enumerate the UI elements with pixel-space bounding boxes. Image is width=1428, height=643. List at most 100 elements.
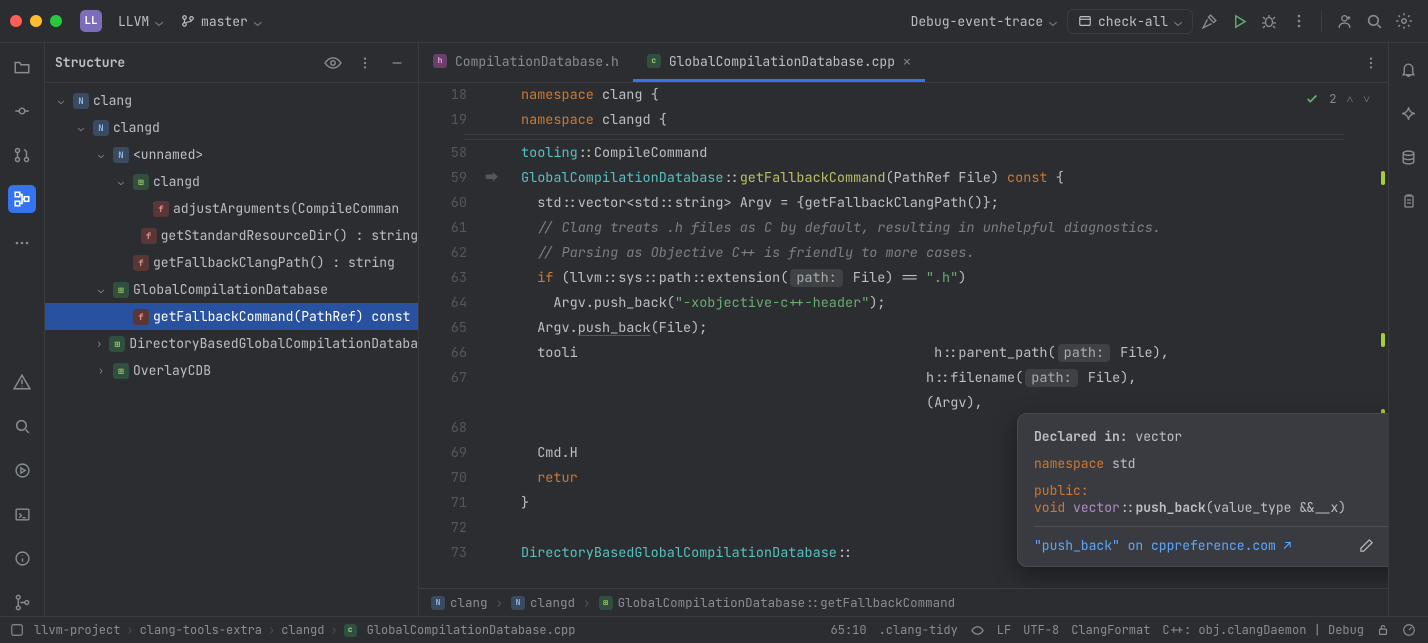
collapse-icon[interactable]: ⌄ xyxy=(53,94,69,107)
ai-assistant-button[interactable] xyxy=(1397,101,1421,125)
line-number[interactable]: 63 xyxy=(419,266,485,291)
memory-indicator[interactable] xyxy=(1400,623,1418,637)
breadcrumb-item[interactable]: ⊞GlobalCompilationDatabase::getFallbackC… xyxy=(599,594,956,611)
code-line[interactable]: 64 Argv.push_back("-xobjective-c++-heade… xyxy=(419,291,1388,316)
hide-panel-button[interactable] xyxy=(386,52,408,74)
tree-node[interactable]: fadjustArguments(CompileComman xyxy=(45,195,418,222)
context-status[interactable]: C++: obj.clangDaemon | Debug xyxy=(1160,622,1366,638)
line-number[interactable]: 58 xyxy=(419,141,485,166)
path-segment[interactable]: clangd xyxy=(281,622,324,638)
zoom-dot[interactable] xyxy=(50,15,62,27)
change-marker[interactable] xyxy=(1381,333,1385,347)
change-marker[interactable] xyxy=(1381,171,1385,185)
line-number[interactable]: 72 xyxy=(419,516,485,541)
collapse-icon[interactable]: ⌄ xyxy=(93,148,109,161)
breadcrumb-item[interactable]: Nclangd xyxy=(511,594,575,611)
build-button[interactable] xyxy=(1195,7,1223,35)
tree-node[interactable]: fgetFallbackCommand(PathRef) const xyxy=(45,303,418,330)
breadcrumb-item[interactable]: Nclang xyxy=(431,594,488,611)
line-number[interactable]: 19 xyxy=(419,108,485,133)
folded-region[interactable] xyxy=(463,134,1344,140)
line-number[interactable]: 61 xyxy=(419,216,485,241)
collapse-icon[interactable]: ⌄ xyxy=(73,121,89,134)
run-tool-button[interactable] xyxy=(8,456,36,484)
line-number[interactable]: 60 xyxy=(419,191,485,216)
collapse-icon[interactable]: ⌄ xyxy=(113,175,129,188)
debug-button[interactable] xyxy=(1255,7,1283,35)
problems-button[interactable] xyxy=(8,544,36,572)
readonly-toggle[interactable] xyxy=(1374,623,1392,637)
line-number[interactable]: 70 xyxy=(419,466,485,491)
commit-tool-button[interactable] xyxy=(8,97,36,125)
terminal-tool-button[interactable] xyxy=(8,500,36,528)
settings-button[interactable] xyxy=(1390,7,1418,35)
path-segment[interactable]: llvm-project xyxy=(34,622,120,638)
project-selector[interactable]: LLVM ⌄ xyxy=(110,9,171,34)
run-config-selector[interactable]: Debug-event-trace ⌄ xyxy=(903,9,1065,34)
tree-node[interactable]: ⌄⊞clangd xyxy=(45,168,418,195)
editor-breadcrumbs[interactable]: Nclang›Nclangd›⊞GlobalCompilationDatabas… xyxy=(419,588,1388,616)
status-path[interactable]: llvm-project › clang-tools-extra › clang… xyxy=(32,622,577,638)
code-line[interactable]: 62 // Parsing as Objective C++ is friend… xyxy=(419,241,1388,266)
formatter[interactable]: ClangFormat xyxy=(1069,622,1152,638)
tree-node[interactable]: ⌄N<unnamed> xyxy=(45,141,418,168)
caret-position[interactable]: 65:10 xyxy=(829,622,869,638)
code-line[interactable]: 18namespace clang { xyxy=(419,83,1388,108)
line-number[interactable]: 18 xyxy=(419,83,485,108)
panel-options-button[interactable] xyxy=(354,52,376,74)
code-line[interactable]: 66 tooli h::parent_path(path: File), xyxy=(419,341,1388,366)
project-tool-button[interactable] xyxy=(8,53,36,81)
kebab-icon[interactable] xyxy=(1364,56,1378,70)
path-segment[interactable]: GlobalCompilationDatabase.cpp xyxy=(367,622,576,638)
line-number[interactable]: 62 xyxy=(419,241,485,266)
line-number[interactable]: 65 xyxy=(419,316,485,341)
expand-icon[interactable]: › xyxy=(93,337,105,350)
gutter-mark[interactable]: ⮕ xyxy=(485,166,521,191)
line-number[interactable]: 59 xyxy=(419,166,485,191)
notifications-button[interactable] xyxy=(1397,57,1421,81)
line-number[interactable]: 71 xyxy=(419,491,485,516)
reader-mode[interactable] xyxy=(968,623,987,638)
code-line[interactable]: 59⮕GlobalCompilationDatabase::getFallbac… xyxy=(419,166,1388,191)
tree-node[interactable]: ⌄Nclangd xyxy=(45,114,418,141)
tree-node[interactable]: ›⊞OverlayCDB xyxy=(45,357,418,384)
code-line[interactable]: 67 h::filename(path: File), xyxy=(419,366,1388,391)
pull-requests-button[interactable] xyxy=(8,141,36,169)
problems-tool-button[interactable] xyxy=(8,368,36,396)
code-line[interactable]: 63 if (llvm::sys::path::extension(path: … xyxy=(419,266,1388,291)
structure-tool-button[interactable] xyxy=(8,185,36,213)
code-line[interactable]: 61 // Clang treats .h files as C by defa… xyxy=(419,216,1388,241)
search-everywhere-button[interactable] xyxy=(1360,7,1388,35)
tree-node[interactable]: ›⊞DirectoryBasedGlobalCompilationDataba xyxy=(45,330,418,357)
code-line[interactable]: 60 std::vector<std::string> Argv = {getF… xyxy=(419,191,1388,216)
more-tools-button[interactable] xyxy=(8,229,36,257)
clang-tidy-status[interactable]: .clang-tidy xyxy=(877,622,960,638)
branch-selector[interactable]: master ⌄ xyxy=(173,9,270,34)
editor-tab[interactable]: hCompilationDatabase.h xyxy=(419,43,633,82)
external-doc-link[interactable]: "push_back" on cppreference.com ↗ xyxy=(1034,537,1291,554)
line-number[interactable] xyxy=(419,391,485,416)
expand-icon[interactable]: › xyxy=(93,364,109,377)
tree-node[interactable]: fgetFallbackClangPath() : string xyxy=(45,249,418,276)
line-number[interactable]: 64 xyxy=(419,291,485,316)
line-number[interactable]: 68 xyxy=(419,416,485,441)
tree-node[interactable]: ⌄⊞GlobalCompilationDatabase xyxy=(45,276,418,303)
code-with-me-button[interactable] xyxy=(1330,7,1358,35)
editor-tab[interactable]: cGlobalCompilationDatabase.cpp✕ xyxy=(633,43,925,82)
line-number[interactable]: 66 xyxy=(419,341,485,366)
database-button[interactable] xyxy=(1397,145,1421,169)
show-options-button[interactable] xyxy=(322,52,344,74)
line-number[interactable]: 67 xyxy=(419,366,485,391)
structure-tree[interactable]: ⌄Nclang⌄Nclangd⌄N<unnamed>⌄⊞clangdfadjus… xyxy=(45,83,418,616)
tree-node[interactable]: ⌄Nclang xyxy=(45,87,418,114)
vcs-tool-button[interactable] xyxy=(8,588,36,616)
close-tab-button[interactable]: ✕ xyxy=(903,53,911,70)
tabs-more-button[interactable] xyxy=(1364,43,1388,82)
line-number[interactable]: 73 xyxy=(419,541,485,566)
build-target-selector[interactable]: check-all ⌄ xyxy=(1067,9,1193,34)
edit-icon[interactable] xyxy=(1359,538,1374,553)
clipboard-button[interactable] xyxy=(1397,189,1421,213)
encoding[interactable]: UTF-8 xyxy=(1021,622,1061,638)
line-separator[interactable]: LF xyxy=(995,622,1013,638)
minimize-dot[interactable] xyxy=(30,15,42,27)
